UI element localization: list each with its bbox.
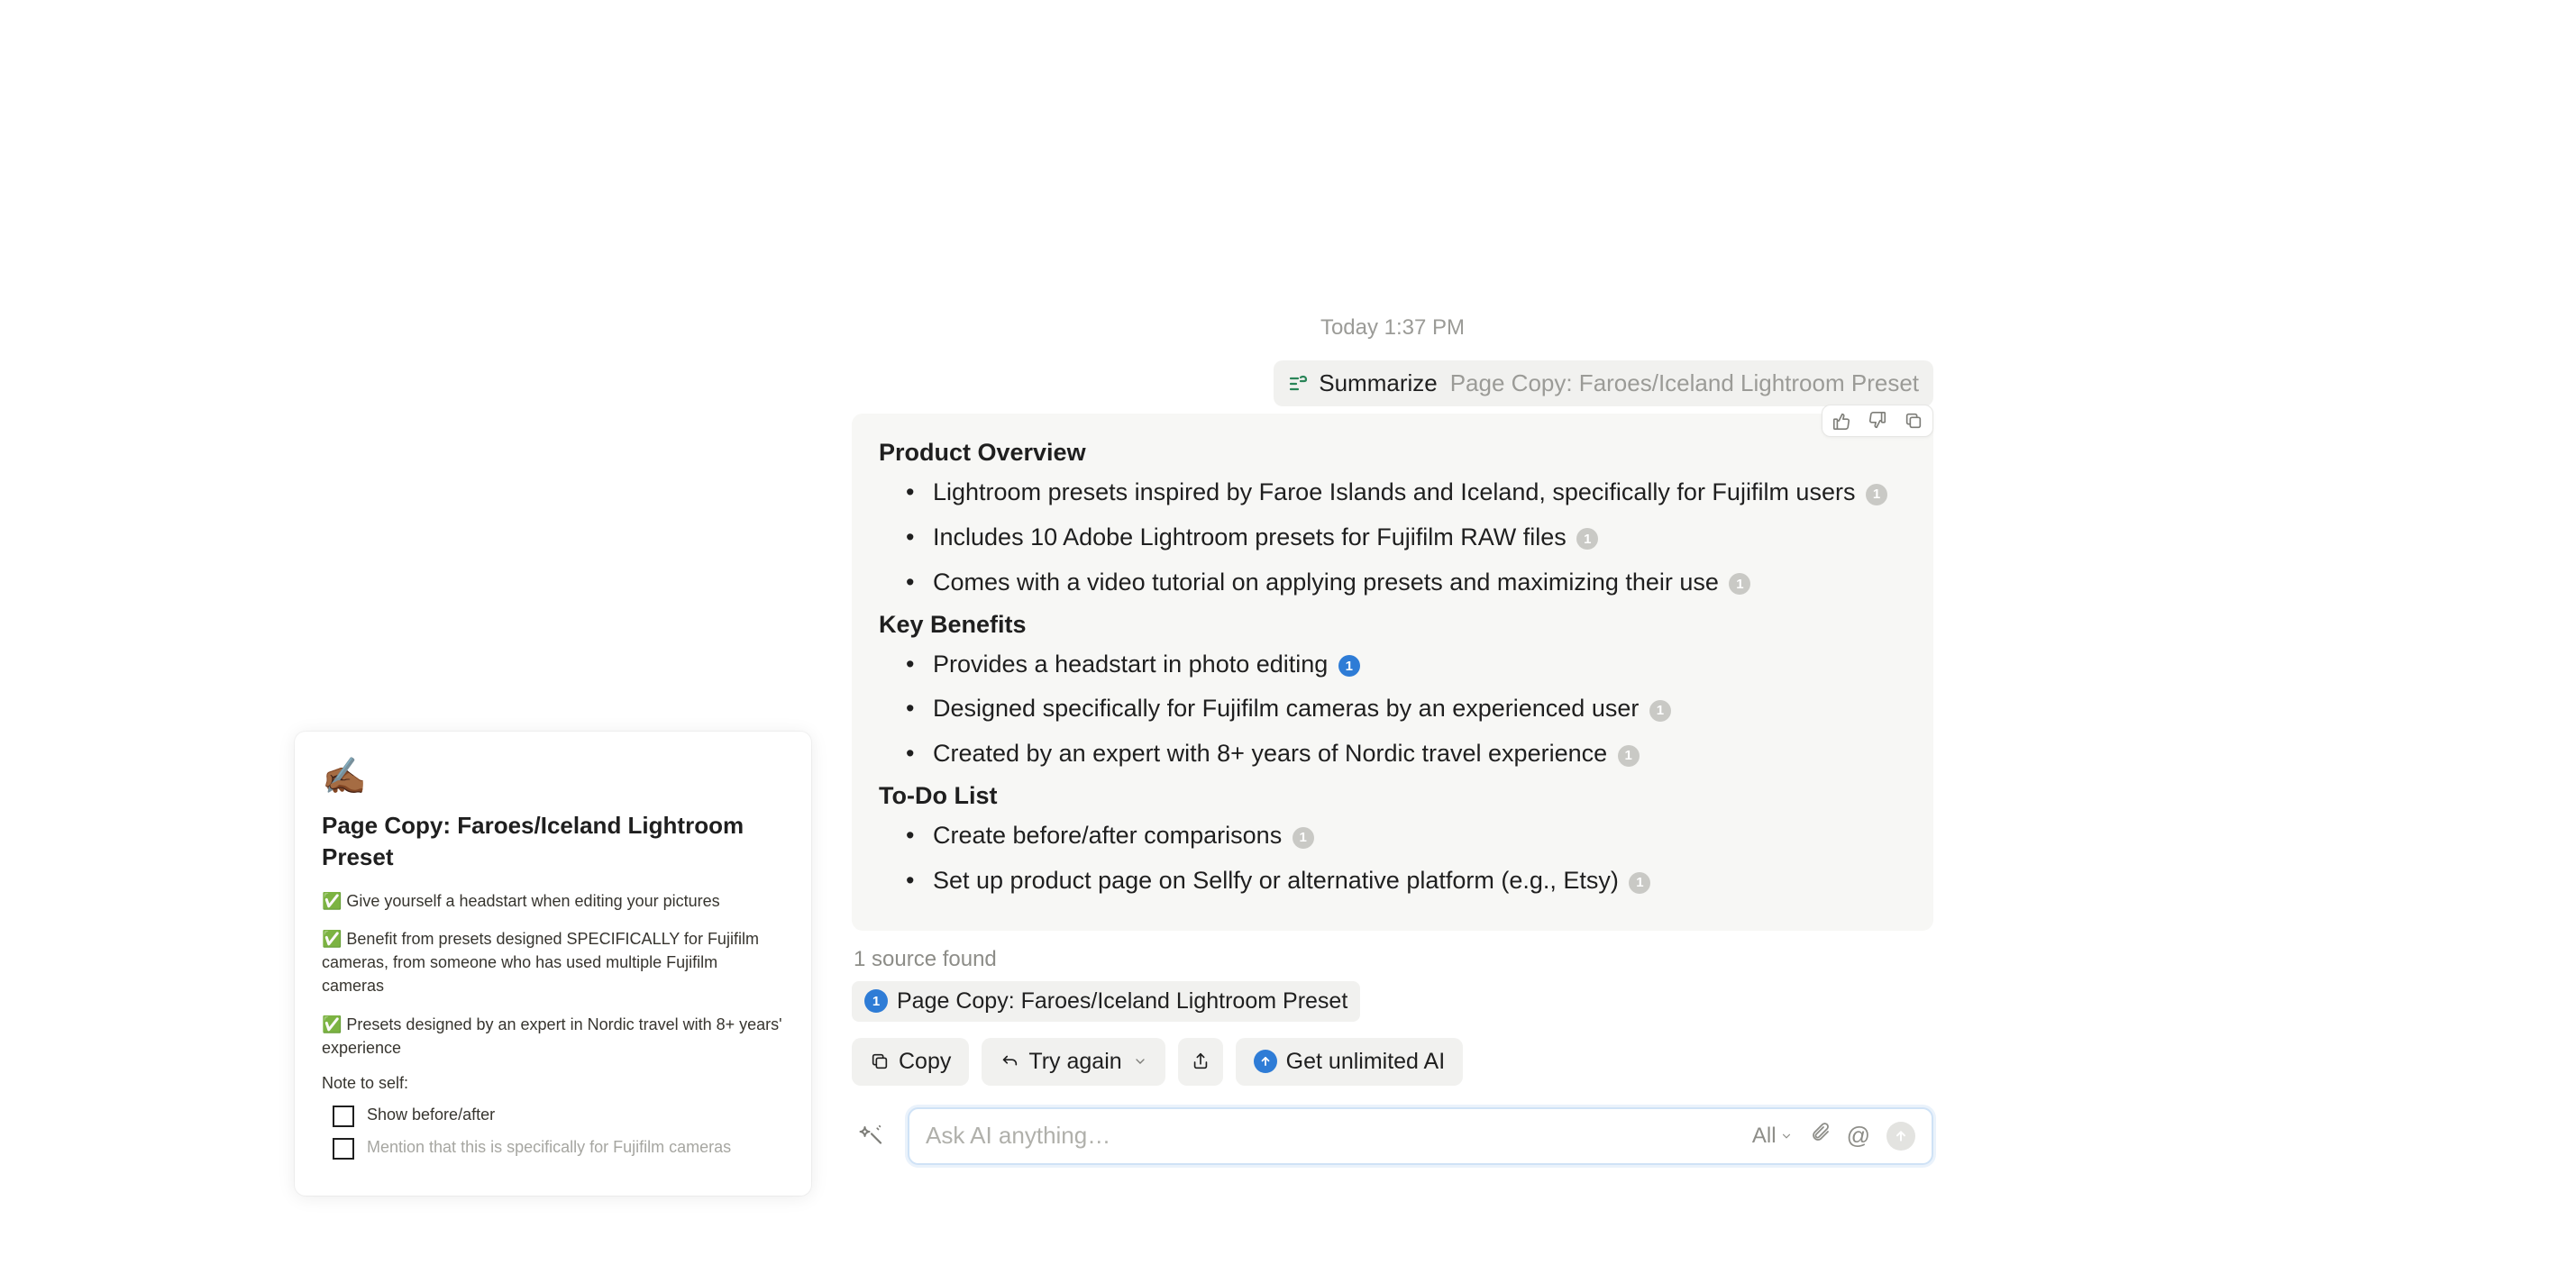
list-item: Comes with a video tutorial on applying … [879, 564, 1906, 602]
prompt-context: Page Copy: Faroes/Iceland Lightroom Pres… [1450, 369, 1919, 397]
copy-button[interactable]: Copy [852, 1038, 969, 1086]
bullet-list: Create before/after comparisons 1 Set up… [879, 817, 1906, 900]
ai-wand-button[interactable] [852, 1116, 891, 1156]
try-again-label: Try again [1028, 1049, 1121, 1075]
upgrade-label: Get unlimited AI [1286, 1049, 1445, 1075]
ai-response-card: Product Overview Lightroom presets inspi… [852, 414, 1933, 931]
upgrade-icon [1254, 1050, 1277, 1073]
citation-badge[interactable]: 1 [1649, 700, 1671, 722]
list-item: Lightroom presets inspired by Faroe Isla… [879, 474, 1906, 512]
benefit-line: ✅ Benefit from presets designed SPECIFIC… [322, 927, 784, 997]
chevron-down-icon [1780, 1130, 1793, 1142]
benefit-line: ✅ Give yourself a headstart when editing… [322, 889, 784, 913]
list-text: Set up product page on Sellfy or alterna… [933, 867, 1619, 894]
ask-ai-input[interactable]: Ask AI anything… All @ [908, 1107, 1933, 1165]
citation-badge[interactable]: 1 [1629, 872, 1650, 894]
checkbox-icon[interactable] [333, 1138, 354, 1160]
attach-button[interactable] [1809, 1122, 1831, 1150]
list-text: Provides a headstart in photo editing [933, 651, 1328, 678]
input-controls: All @ [1752, 1122, 1915, 1151]
citation-badge[interactable]: 1 [1729, 573, 1750, 595]
page-title: Page Copy: Faroes/Iceland Lightroom Pres… [322, 810, 784, 873]
share-button[interactable] [1178, 1038, 1223, 1086]
actions-row: Copy Try again Get unlimited AI [852, 1038, 1933, 1086]
source-title: Page Copy: Faroes/Iceland Lightroom Pres… [897, 988, 1347, 1015]
user-prompt-pill[interactable]: Summarize Page Copy: Faroes/Iceland Ligh… [1274, 360, 1933, 406]
input-row: Ask AI anything… All @ [852, 1107, 1933, 1165]
citation-badge[interactable]: 1 [1866, 484, 1887, 505]
list-text: Created by an expert with 8+ years of No… [933, 740, 1607, 767]
arrow-up-icon [1894, 1129, 1908, 1143]
mention-button[interactable]: @ [1847, 1122, 1870, 1150]
list-item: Includes 10 Adobe Lightroom presets for … [879, 519, 1906, 557]
section-heading: To-Do List [879, 782, 1906, 810]
bullet-list: Lightroom presets inspired by Faroe Isla… [879, 474, 1906, 602]
retry-icon [1000, 1051, 1019, 1071]
citation-badge[interactable]: 1 [1576, 528, 1598, 550]
copy-label: Copy [899, 1049, 951, 1075]
chevron-down-icon [1133, 1054, 1147, 1069]
list-item: Provides a headstart in photo editing 1 [879, 646, 1906, 684]
list-text: Lightroom presets inspired by Faroe Isla… [933, 478, 1855, 505]
list-text: Comes with a video tutorial on applying … [933, 569, 1719, 596]
copy-icon [870, 1051, 890, 1071]
thumbs-up-icon[interactable] [1832, 411, 1851, 431]
citation-badge[interactable]: 1 [1293, 827, 1314, 849]
input-placeholder: Ask AI anything… [926, 1122, 1752, 1150]
list-text: Designed specifically for Fujifilm camer… [933, 695, 1639, 722]
wand-icon [858, 1123, 885, 1150]
source-pill[interactable]: 1 Page Copy: Faroes/Iceland Lightroom Pr… [852, 981, 1360, 1022]
timestamp: Today 1:37 PM [852, 315, 1933, 341]
list-item: Create before/after comparisons 1 [879, 817, 1906, 855]
list-item: Designed specifically for Fujifilm camer… [879, 690, 1906, 728]
todo-label: Mention that this is specifically for Fu… [367, 1136, 731, 1159]
user-prompt-row: Summarize Page Copy: Faroes/Iceland Ligh… [852, 360, 1933, 406]
list-item: Set up product page on Sellfy or alterna… [879, 862, 1906, 900]
page-emoji: ✍🏾 [322, 755, 784, 797]
list-item: Created by an expert with 8+ years of No… [879, 735, 1906, 773]
scope-label: All [1752, 1124, 1777, 1149]
citation-badge[interactable]: 1 [1618, 745, 1640, 767]
send-button[interactable] [1886, 1122, 1915, 1151]
source-number-badge: 1 [864, 989, 888, 1013]
todo-label: Show before/after [367, 1104, 495, 1126]
list-text: Includes 10 Adobe Lightroom presets for … [933, 523, 1567, 551]
copy-icon[interactable] [1904, 411, 1923, 431]
ai-panel: Today 1:37 PM Summarize Page Copy: Faroe… [852, 315, 1933, 1165]
sources-count: 1 source found [854, 947, 1933, 972]
list-text: Create before/after comparisons [933, 822, 1282, 849]
bullet-list: Provides a headstart in photo editing 1 … [879, 646, 1906, 774]
thumbs-down-icon[interactable] [1868, 411, 1887, 431]
prompt-action: Summarize [1319, 369, 1437, 397]
scope-selector[interactable]: All [1752, 1124, 1793, 1149]
try-again-button[interactable]: Try again [982, 1038, 1165, 1086]
checkbox-icon[interactable] [333, 1106, 354, 1127]
feedback-bar [1822, 405, 1933, 437]
section-heading: Key Benefits [879, 611, 1906, 639]
paperclip-icon [1809, 1122, 1831, 1143]
citation-badge[interactable]: 1 [1338, 655, 1360, 677]
todo-item[interactable]: Mention that this is specifically for Fu… [333, 1136, 784, 1160]
note-to-self-label: Note to self: [322, 1074, 784, 1093]
source-preview-card: ✍🏾 Page Copy: Faroes/Iceland Lightroom P… [295, 732, 811, 1196]
section-heading: Product Overview [879, 439, 1906, 467]
share-icon [1191, 1051, 1210, 1071]
todo-item[interactable]: Show before/after [333, 1104, 784, 1127]
summarize-icon [1288, 373, 1310, 395]
benefit-line: ✅ Presets designed by an expert in Nordi… [322, 1013, 784, 1060]
upgrade-button[interactable]: Get unlimited AI [1236, 1038, 1463, 1086]
